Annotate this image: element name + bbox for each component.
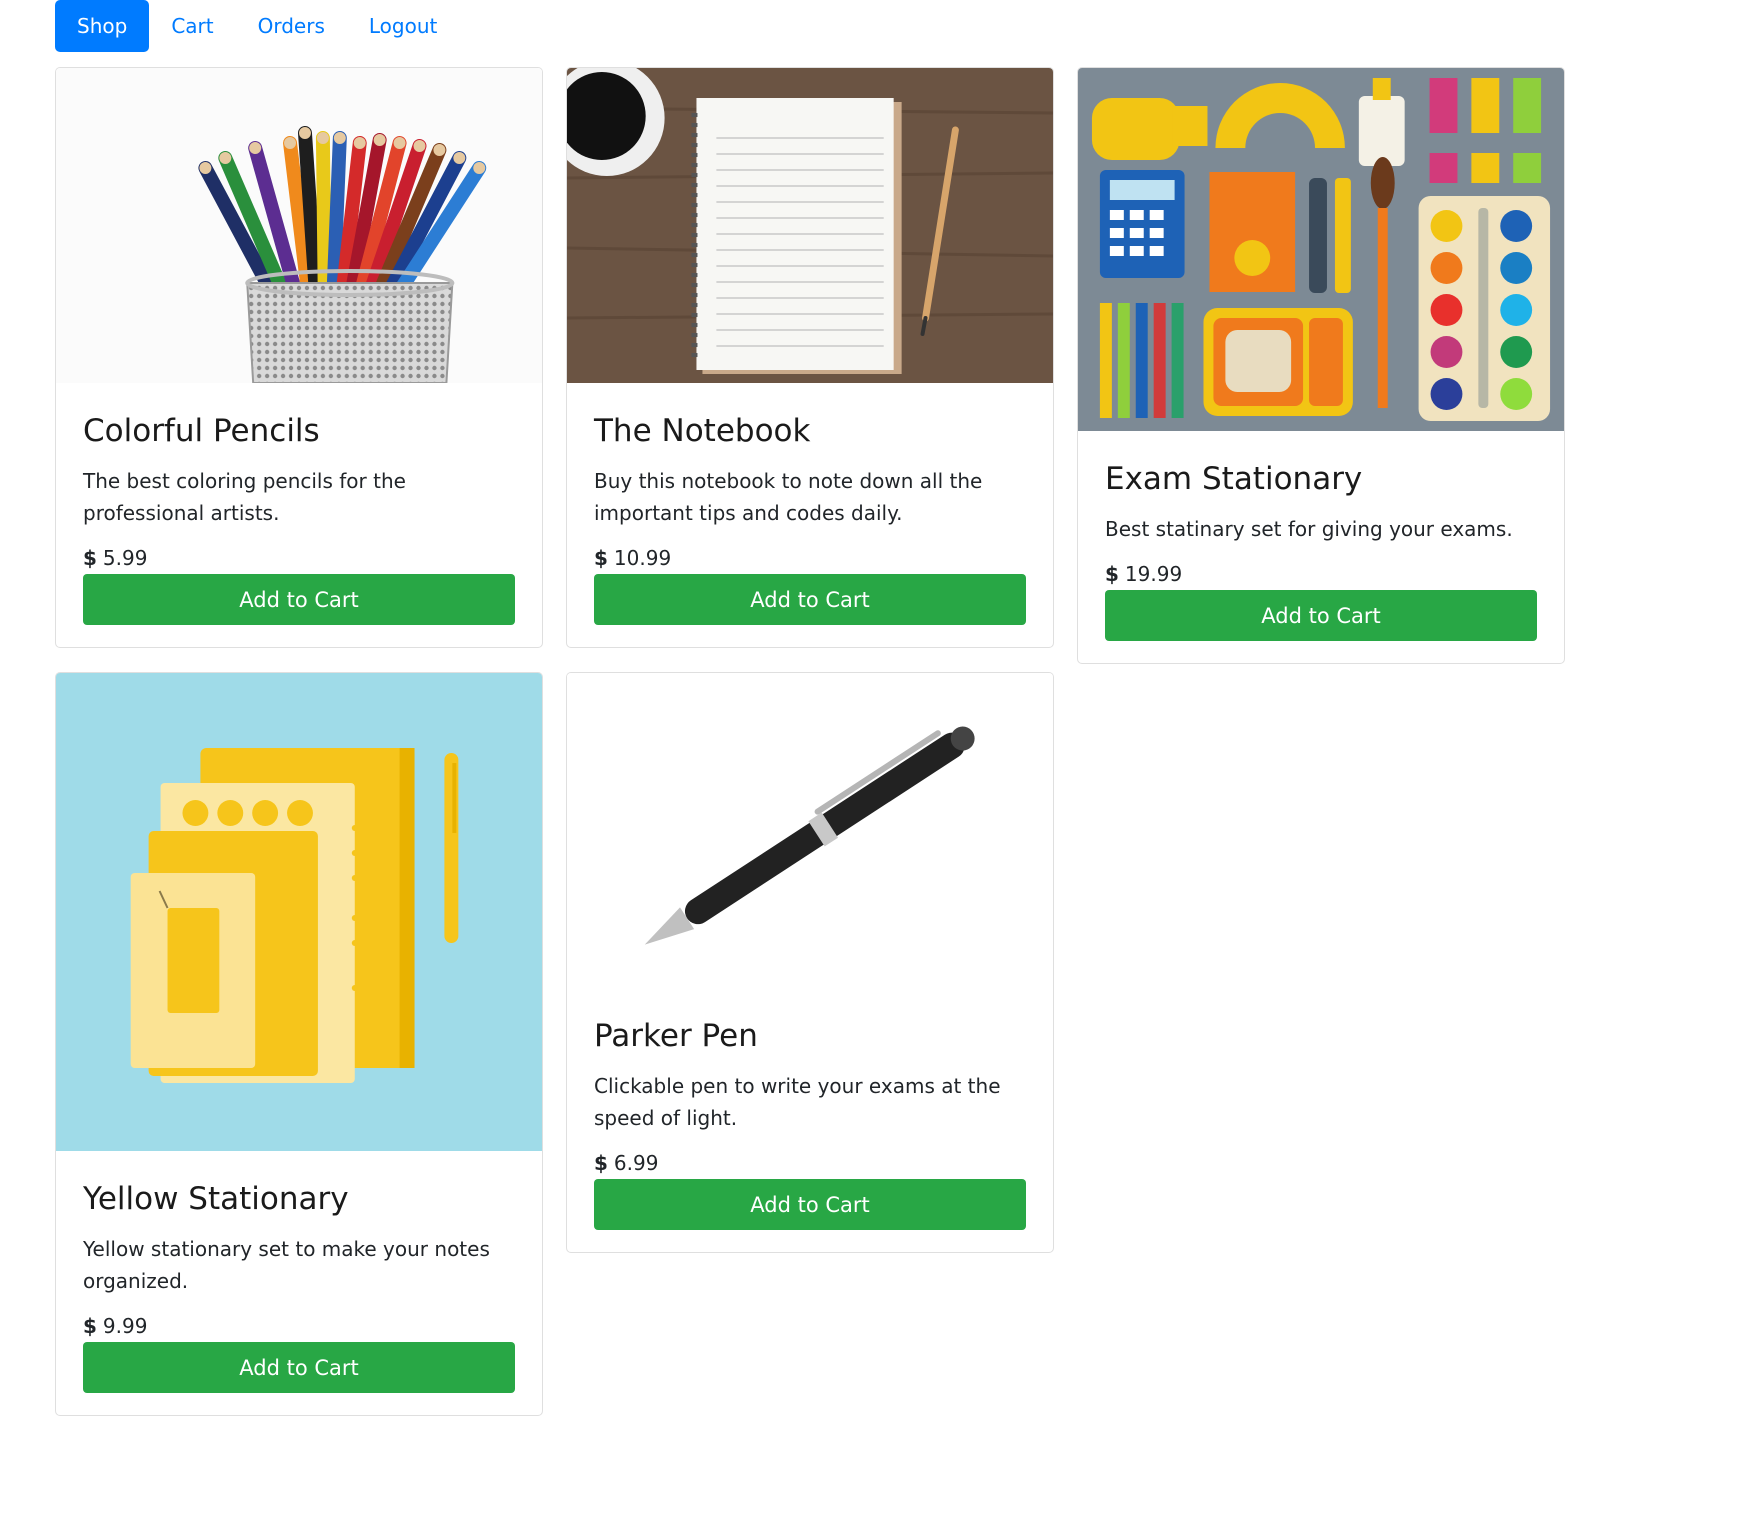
product-card: Yellow Stationary Yellow stationary set …: [55, 672, 543, 1417]
nav-cart[interactable]: Cart: [149, 0, 235, 52]
currency-symbol: $: [83, 1314, 97, 1339]
currency-symbol: $: [83, 546, 97, 571]
product-description: Best statinary set for giving your exams…: [1105, 517, 1513, 542]
add-to-cart-button[interactable]: Add to Cart: [1105, 590, 1537, 642]
product-description: Yellow stationary set to make your notes…: [83, 1237, 490, 1294]
product-image: [1078, 68, 1564, 431]
product-price: $5.99: [83, 546, 515, 570]
product-price: $6.99: [594, 1151, 1026, 1175]
price-value: 9.99: [102, 1314, 148, 1339]
pencils-in-mesh-cup-image: [56, 68, 542, 383]
price-value: 6.99: [613, 1151, 659, 1176]
notebook-coffee-pencil-image: [567, 68, 1053, 383]
card-body: Yellow Stationary Yellow stationary set …: [56, 1181, 542, 1394]
product-description: Buy this notebook to note down all the i…: [594, 469, 983, 526]
product-title: Colorful Pencils: [83, 413, 320, 449]
nav-shop[interactable]: Shop: [55, 0, 150, 52]
product-price: $19.99: [1105, 562, 1537, 586]
card-body: Exam Stationary Best statinary set for g…: [1078, 461, 1564, 642]
shop-page: Shop Cart Orders Logout Colorful Pencils…: [0, 0, 1752, 1538]
product-image: [56, 673, 542, 1151]
product-price: $10.99: [594, 546, 1026, 570]
price-value: 19.99: [1124, 562, 1183, 587]
add-to-cart-button[interactable]: Add to Cart: [83, 574, 515, 626]
add-to-cart-button[interactable]: Add to Cart: [594, 1179, 1026, 1231]
flat-stationery-set-image: [1078, 68, 1564, 431]
product-title: The Notebook: [594, 413, 811, 449]
product-image: [567, 68, 1053, 383]
add-to-cart-button[interactable]: Add to Cart: [594, 574, 1026, 626]
product-card: Exam Stationary Best statinary set for g…: [1077, 67, 1565, 665]
product-card: Parker Pen Clickable pen to write your e…: [566, 672, 1054, 1254]
price-value: 5.99: [102, 546, 148, 571]
nav-orders[interactable]: Orders: [236, 0, 347, 52]
product-title: Exam Stationary: [1105, 461, 1363, 497]
top-nav: Shop Cart Orders Logout: [55, 0, 459, 52]
product-price: $9.99: [83, 1314, 515, 1338]
yellow-notebooks-image: [56, 673, 542, 1151]
nav-logout[interactable]: Logout: [347, 0, 459, 52]
card-body: Parker Pen Clickable pen to write your e…: [567, 1018, 1053, 1231]
price-value: 10.99: [613, 546, 672, 571]
product-image: [56, 68, 542, 383]
add-to-cart-button[interactable]: Add to Cart: [83, 1342, 515, 1394]
product-description: The best coloring pencils for the profes…: [83, 469, 406, 526]
currency-symbol: $: [594, 546, 608, 571]
product-description: Clickable pen to write your exams at the…: [594, 1074, 1001, 1131]
black-pen-image: [567, 673, 1053, 988]
product-title: Yellow Stationary: [83, 1181, 349, 1217]
product-card: The Notebook Buy this notebook to note d…: [566, 67, 1054, 649]
card-body: Colorful Pencils The best coloring penci…: [56, 413, 542, 626]
product-card: Colorful Pencils The best coloring penci…: [55, 67, 543, 649]
currency-symbol: $: [594, 1151, 608, 1176]
card-body: The Notebook Buy this notebook to note d…: [567, 413, 1053, 626]
product-title: Parker Pen: [594, 1018, 758, 1054]
currency-symbol: $: [1105, 562, 1119, 587]
product-image: [567, 673, 1053, 988]
